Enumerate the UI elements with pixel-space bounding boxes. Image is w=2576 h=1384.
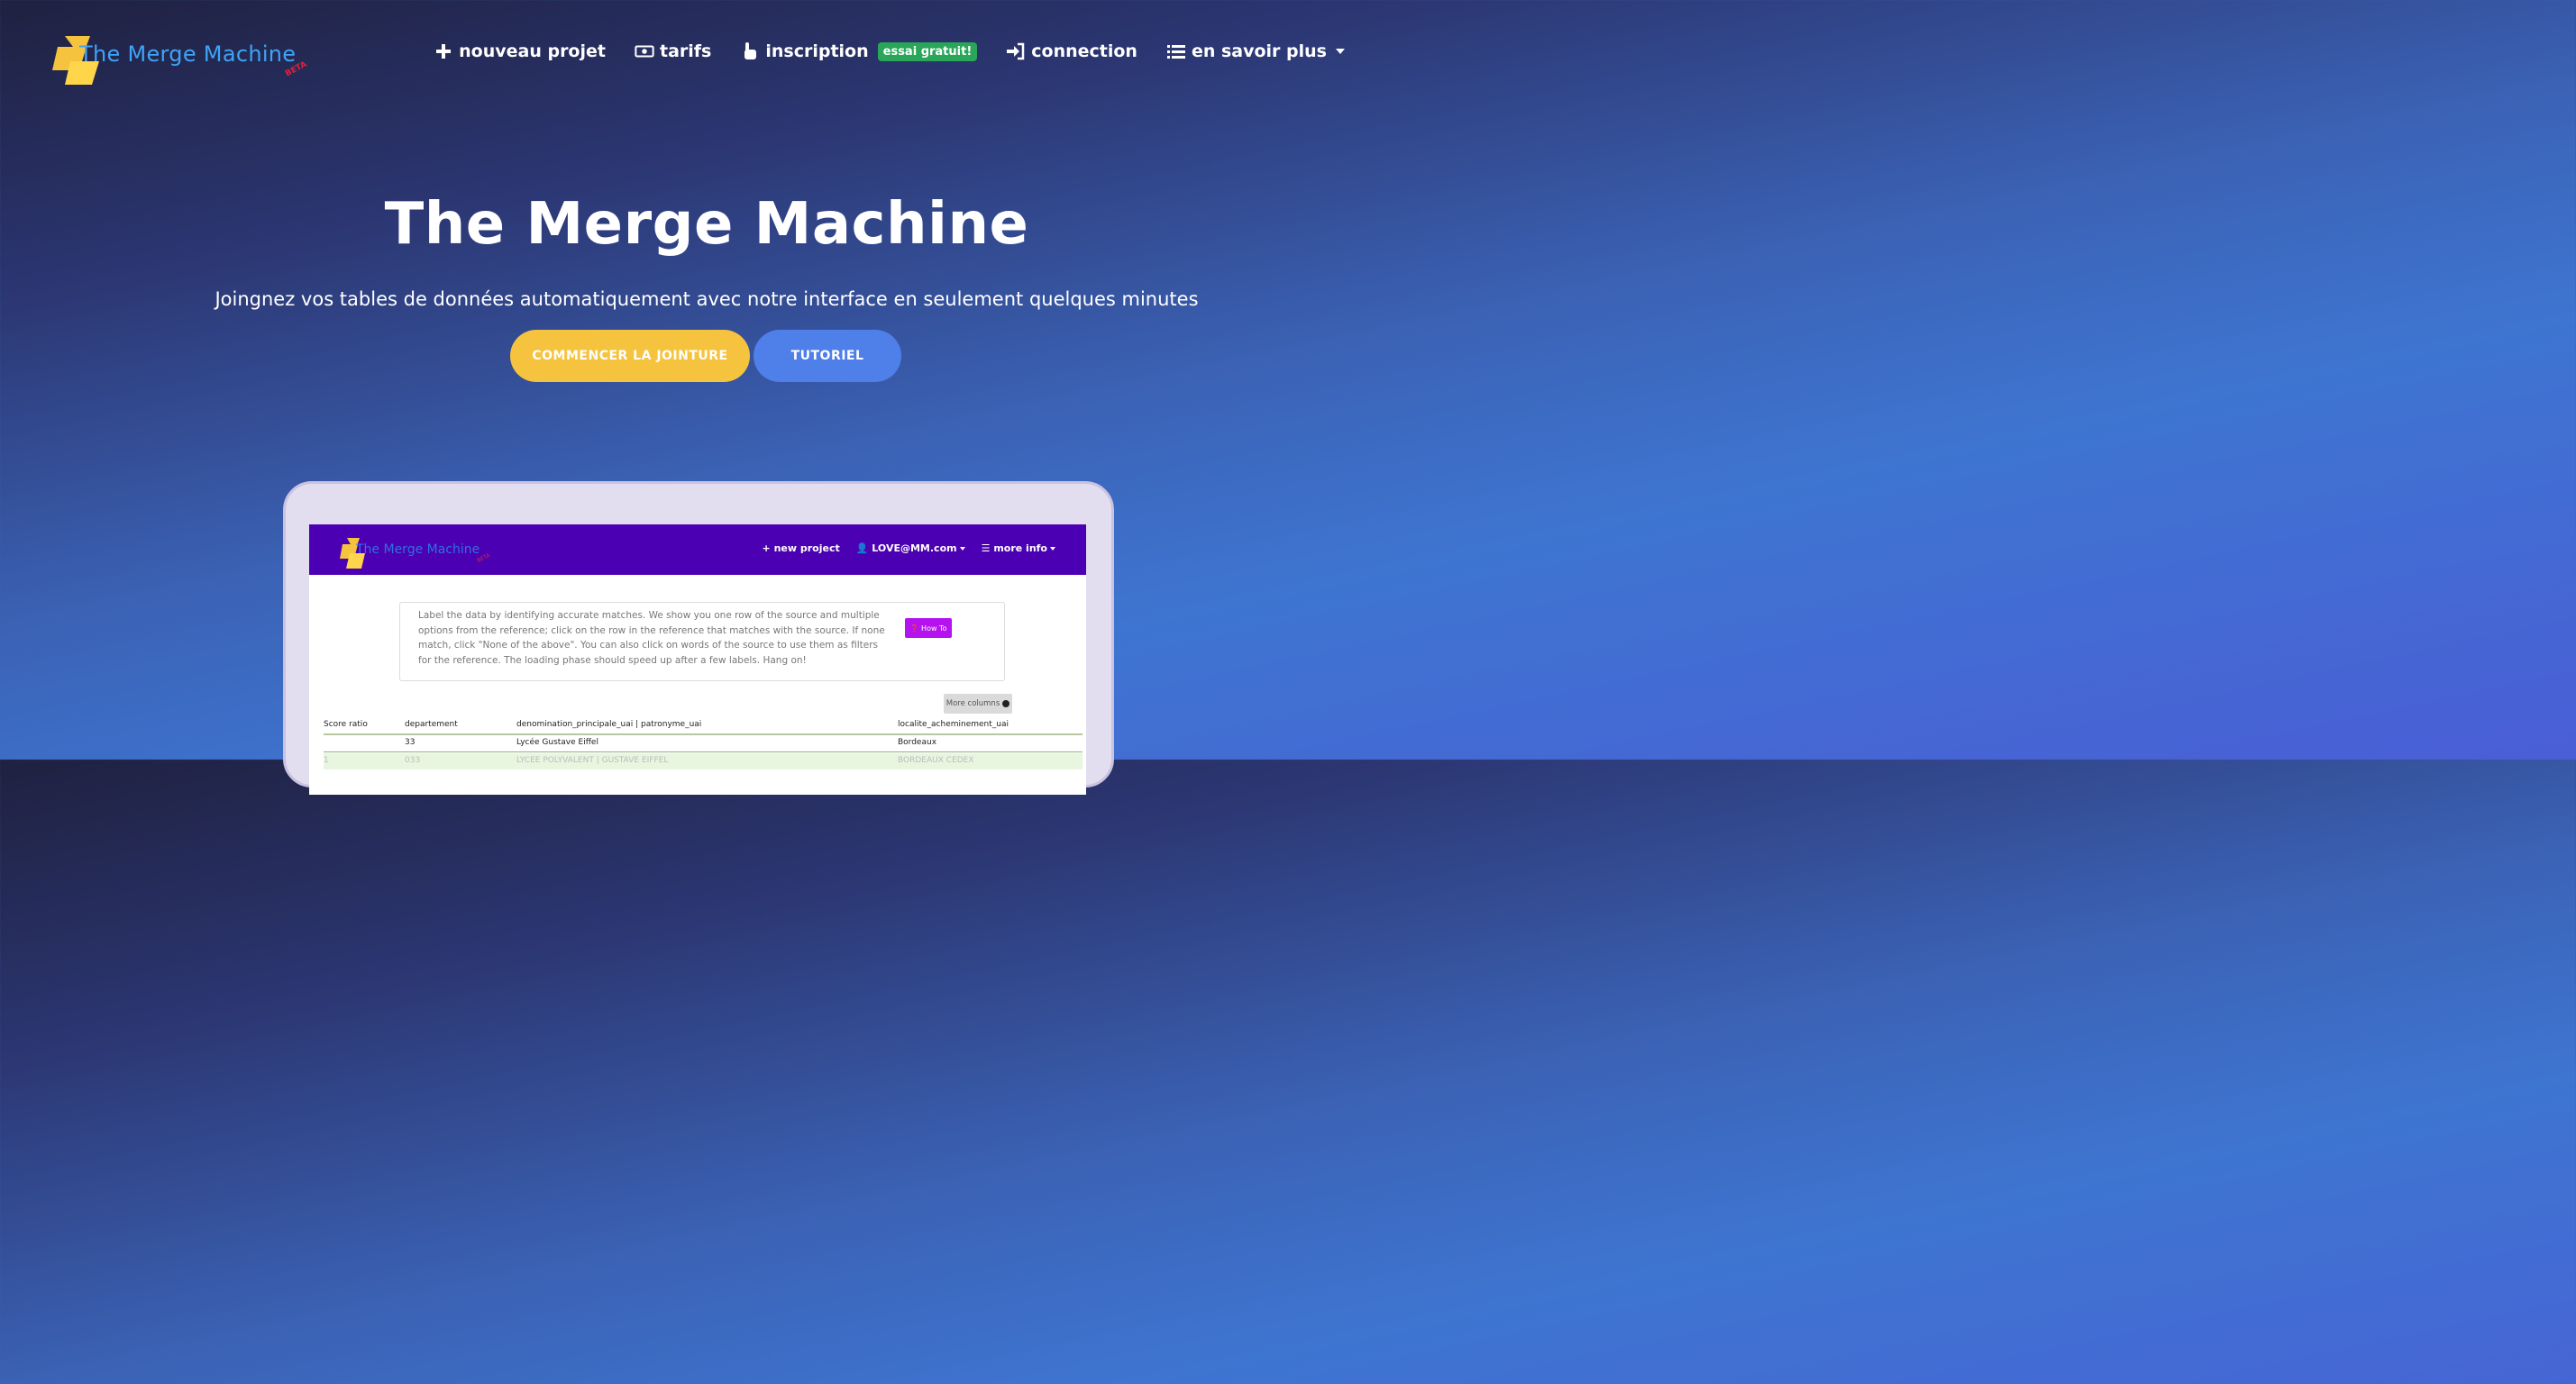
mockup-more-columns-button: More columns bbox=[944, 694, 1012, 714]
mockup-nav-links: + new project 👤 LOVE@MM.com ☰ more info bbox=[763, 542, 1055, 554]
free-trial-badge: essai gratuit! bbox=[877, 41, 978, 61]
mockup-info-text: Label the data by identifying accurate m… bbox=[418, 610, 885, 666]
table-cell: Lycée Gustave Eiffel bbox=[516, 738, 598, 747]
hero-title: The Merge Machine bbox=[384, 191, 1029, 258]
mockup-user-icon: 👤 bbox=[855, 542, 869, 554]
table-row: 1 033 LYCEE POLYVALENT | GUSTAVE EIFFEL … bbox=[324, 753, 1082, 769]
table-cell: BORDEAUX CEDEX bbox=[898, 756, 974, 765]
table-cell: 33 bbox=[405, 738, 416, 747]
nav-new-project[interactable]: nouveau projet bbox=[434, 41, 606, 61]
plus-icon bbox=[436, 44, 452, 59]
hero-subtitle: Joingnez vos tables de données automatiq… bbox=[215, 288, 1199, 310]
mockup-brand-name: The Merge Machine bbox=[356, 542, 480, 557]
nav-new-project-label: nouveau projet bbox=[459, 41, 606, 61]
table-row: 33 Lycée Gustave Eiffel Bordeaux bbox=[324, 735, 1082, 752]
mockup-info-box: Label the data by identifying accurate m… bbox=[399, 602, 1005, 681]
start-join-button[interactable]: COMMENCER LA JOINTURE bbox=[510, 330, 750, 382]
mockup-plus-circle-icon bbox=[1002, 700, 1010, 707]
mockup-screen: The Merge Machine BETA + new project 👤 L… bbox=[309, 524, 1086, 795]
nav-login[interactable]: connection bbox=[1006, 41, 1137, 61]
hand-pointer-icon bbox=[744, 42, 757, 59]
table-cell: 1 bbox=[324, 756, 329, 765]
table-header-cell: Score ratio bbox=[324, 720, 368, 729]
brand-logo[interactable]: The Merge Machine BETA bbox=[52, 34, 314, 88]
top-navbar: The Merge Machine BETA nouveau projet ta… bbox=[0, 0, 1413, 108]
nav-pricing[interactable]: tarifs bbox=[635, 41, 711, 61]
table-header-cell: localite_acheminement_uai bbox=[898, 720, 1009, 729]
nav-pricing-label: tarifs bbox=[659, 41, 712, 61]
table-cell: Bordeaux bbox=[898, 738, 937, 747]
mockup-nav-new-project: + new project bbox=[762, 542, 840, 554]
mockup-howto-button: ❓ How To bbox=[905, 618, 952, 638]
tutorial-button[interactable]: TUTORIEL bbox=[754, 330, 901, 382]
mockup-list-icon: ☰ bbox=[981, 542, 991, 554]
mockup-nav-more: ☰ more info bbox=[982, 542, 1055, 554]
mockup-nav-user: 👤 LOVE@MM.com bbox=[856, 542, 965, 554]
nav-more-label: en savoir plus bbox=[1191, 41, 1327, 61]
money-bill-icon bbox=[635, 45, 654, 58]
nav-login-label: connection bbox=[1031, 41, 1137, 61]
brand-name: The Merge Machine bbox=[79, 41, 297, 67]
nav-signup[interactable]: inscription essai gratuit! bbox=[740, 41, 978, 61]
sign-in-icon bbox=[1007, 42, 1025, 60]
table-header-row: Score ratio departement denomination_pri… bbox=[324, 717, 1082, 735]
mockup-navbar: The Merge Machine BETA + new project 👤 L… bbox=[309, 524, 1086, 575]
table-cell: LYCEE POLYVALENT | GUSTAVE EIFFEL bbox=[516, 756, 669, 765]
nav-signup-label: inscription bbox=[765, 41, 869, 61]
list-icon bbox=[1166, 45, 1185, 59]
table-cell: 033 bbox=[405, 756, 421, 765]
table-header-cell: denomination_principale_uai | patronyme_… bbox=[516, 720, 702, 729]
table-header-cell: departement bbox=[405, 720, 458, 729]
mockup-question-icon: ❓ bbox=[909, 624, 919, 633]
main-nav: nouveau projet tarifs inscription essai … bbox=[434, 41, 1345, 61]
caret-down-icon bbox=[1336, 49, 1345, 54]
nav-more-dropdown[interactable]: en savoir plus bbox=[1166, 41, 1345, 61]
